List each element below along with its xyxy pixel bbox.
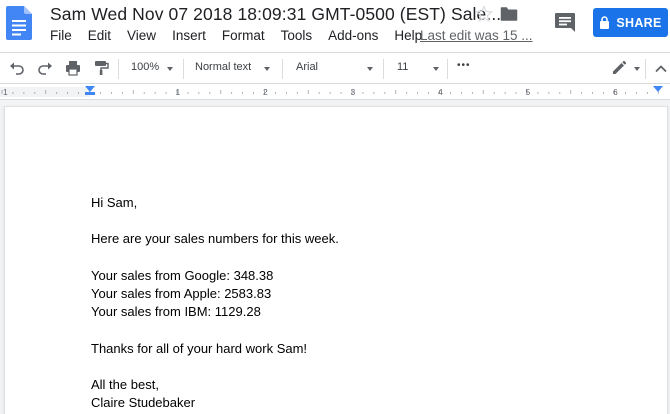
font-select[interactable]: Arial <box>296 61 318 73</box>
doc-sales-google[interactable]: Your sales from Google: 348.38 <box>91 268 273 283</box>
print-icon[interactable] <box>65 60 81 76</box>
chevron-up-icon[interactable] <box>653 61 669 77</box>
paint-format-icon[interactable] <box>93 60 109 76</box>
menu-file[interactable]: File <box>50 28 72 46</box>
right-indent-marker[interactable] <box>653 86 663 92</box>
doc-greeting[interactable]: Hi Sam, <box>91 195 137 210</box>
share-button[interactable]: SHARE <box>593 8 668 37</box>
ruler-number: 4 <box>438 87 443 97</box>
pencil-icon[interactable] <box>611 60 627 76</box>
last-edit-link[interactable]: Last edit was 15 ... <box>420 28 533 43</box>
toolbar-divider <box>118 59 119 79</box>
menu-insert[interactable]: Insert <box>172 28 206 46</box>
first-line-indent-marker[interactable] <box>85 92 95 95</box>
docs-logo-icon[interactable] <box>6 6 32 40</box>
doc-sales-ibm[interactable]: Your sales from IBM: 1129.28 <box>91 304 261 319</box>
undo-icon[interactable] <box>9 60 25 76</box>
share-label: SHARE <box>616 15 662 30</box>
font-size-select[interactable]: 11 <box>397 61 408 73</box>
style-caret-icon <box>264 67 270 71</box>
ruler-scale: 1 1 2 3 4 5 6 <box>0 86 663 97</box>
ruler-number: 6 <box>613 87 618 97</box>
ruler-number: 3 <box>351 87 356 97</box>
zoom-caret-icon <box>167 67 173 71</box>
document-title[interactable]: Sam Wed Nov 07 2018 18:09:31 GMT-0500 (E… <box>50 4 501 25</box>
menu-format[interactable]: Format <box>222 28 265 46</box>
doc-closing[interactable]: All the best, <box>91 377 159 392</box>
star-icon[interactable] <box>475 5 493 23</box>
menu-view[interactable]: View <box>127 28 156 46</box>
doc-intro-line[interactable]: Here are your sales numbers for this wee… <box>91 231 339 246</box>
font-caret-icon <box>367 67 373 71</box>
toolbar-divider <box>645 59 646 79</box>
toolbar-divider <box>183 59 184 79</box>
ruler-number: 2 <box>263 87 268 97</box>
doc-signature[interactable]: Claire Studebaker <box>91 395 195 410</box>
toolbar: 100% Normal text Arial 11 ••• <box>0 52 670 84</box>
doc-sales-apple[interactable]: Your sales from Apple: 2583.83 <box>91 286 271 301</box>
menu-tools[interactable]: Tools <box>281 28 313 46</box>
menu-edit[interactable]: Edit <box>88 28 111 46</box>
menu-help[interactable]: Help <box>394 28 422 46</box>
ruler-left-margin <box>0 87 90 97</box>
redo-icon[interactable] <box>37 60 53 76</box>
doc-thanks-line[interactable]: Thanks for all of your hard work Sam! <box>91 341 307 356</box>
ruler-number: 1 <box>176 87 181 97</box>
zoom-select[interactable]: 100% <box>131 61 159 73</box>
toolbar-divider <box>383 59 384 79</box>
style-select[interactable]: Normal text <box>195 61 251 73</box>
mode-caret-icon <box>634 67 640 71</box>
ruler-number: 5 <box>526 87 531 97</box>
toolbar-divider <box>282 59 283 79</box>
ruler-number: 1 <box>3 87 8 97</box>
lock-icon <box>600 16 610 29</box>
menu-add-ons[interactable]: Add-ons <box>328 28 378 46</box>
more-options-button[interactable]: ••• <box>457 60 471 71</box>
toolbar-divider <box>447 59 448 79</box>
document-canvas: Hi Sam, Here are your sales numbers for … <box>0 100 670 414</box>
document-page[interactable]: Hi Sam, Here are your sales numbers for … <box>4 106 668 414</box>
folder-icon[interactable] <box>500 6 518 22</box>
ruler[interactable]: 1 1 2 3 4 5 6 <box>0 84 670 100</box>
size-caret-icon <box>433 67 439 71</box>
comment-icon[interactable] <box>553 10 577 34</box>
app-header: Sam Wed Nov 07 2018 18:09:31 GMT-0500 (E… <box>0 0 670 52</box>
menu-bar: File Edit View Insert Format Tools Add-o… <box>50 28 438 46</box>
